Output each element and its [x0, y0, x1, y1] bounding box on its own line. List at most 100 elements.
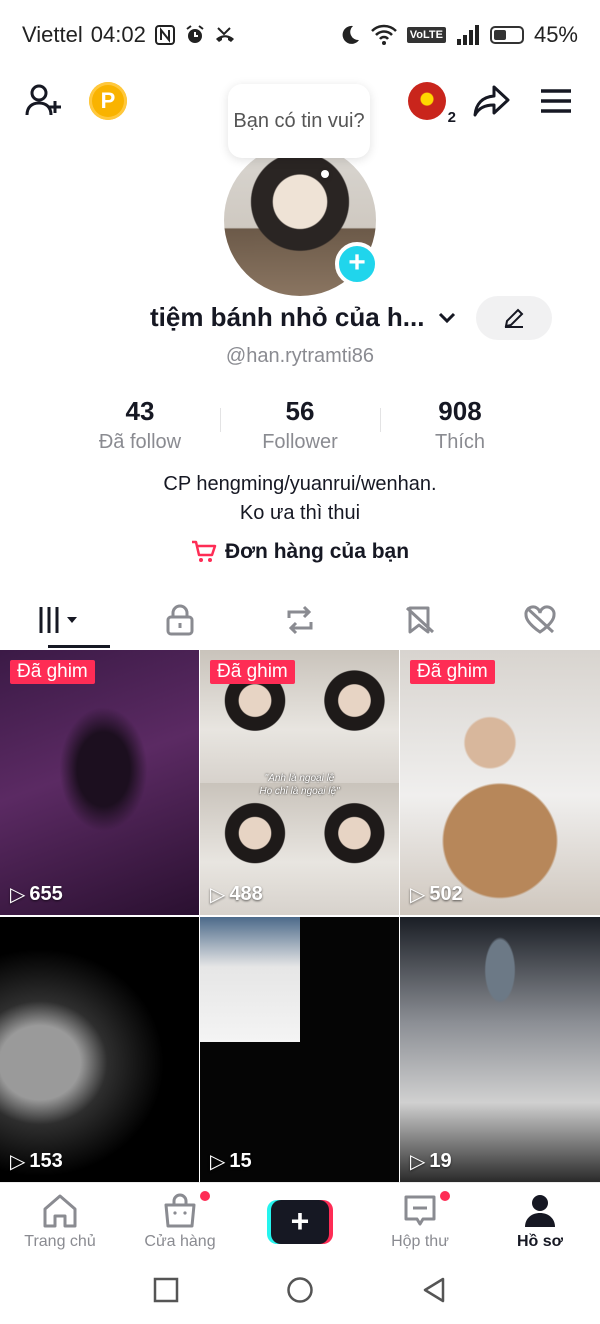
- nfc-icon: [154, 24, 176, 46]
- notification-count: 2: [447, 109, 456, 126]
- caption-line: Họ chỉ là ngoại lệ": [259, 786, 340, 797]
- nav-profile[interactable]: Hồ sơ: [480, 1183, 600, 1261]
- profile-bio: CP hengming/yuanrui/wenhan. Ko ưa thì th…: [0, 470, 600, 528]
- following-count: 43: [125, 396, 155, 426]
- add-story-button[interactable]: +: [335, 242, 379, 286]
- back-button[interactable]: [421, 1276, 447, 1309]
- view-count: ▷ 153: [10, 1149, 63, 1174]
- view-count-value: 153: [29, 1150, 63, 1172]
- video-grid-icon: [39, 607, 77, 633]
- recents-button[interactable]: [153, 1277, 179, 1308]
- play-icon: ▷: [210, 1151, 226, 1173]
- video-thumbnail[interactable]: "Anh là ngoại lệ Họ chỉ là ngoại lệ" Đã …: [200, 650, 399, 915]
- stat-followers[interactable]: 56 Follower: [220, 396, 380, 456]
- chevron-down-icon[interactable]: [436, 306, 458, 333]
- tab-videos[interactable]: [0, 592, 120, 648]
- view-count: ▷ 655: [10, 882, 63, 907]
- coins-button[interactable]: P: [89, 82, 127, 120]
- edit-profile-button[interactable]: [476, 296, 552, 340]
- flag-avatar-icon: [408, 82, 446, 120]
- view-count-value: 655: [29, 883, 63, 905]
- video-thumbnail[interactable]: ▷ 19: [400, 917, 600, 1182]
- nav-inbox[interactable]: Hộp thư: [360, 1183, 480, 1261]
- home-icon: [43, 1194, 77, 1228]
- stat-likes[interactable]: 908 Thích: [380, 396, 540, 456]
- triangle-back-icon: [423, 1277, 444, 1302]
- likes-count: 908: [438, 396, 482, 426]
- view-count-value: 502: [429, 883, 463, 905]
- video-thumbnail[interactable]: Đã ghim ▷ 655: [0, 650, 199, 915]
- orders-link[interactable]: Đơn hàng của bạn: [0, 540, 600, 564]
- inbox-icon: [404, 1195, 436, 1226]
- nav-home[interactable]: Trang chủ: [0, 1183, 120, 1261]
- signal-icon: [456, 25, 480, 45]
- create-icon: +: [267, 1200, 333, 1244]
- video-thumbnail[interactable]: ▷ 153: [0, 917, 199, 1182]
- add-user-icon: [25, 84, 61, 116]
- nav-label: Hộp thư: [391, 1233, 449, 1250]
- home-system-button[interactable]: [286, 1276, 314, 1309]
- missed-call-icon: [214, 24, 236, 46]
- view-count-value: 15: [229, 1150, 252, 1172]
- square-icon: [154, 1277, 179, 1302]
- menu-button[interactable]: [536, 81, 576, 121]
- status-prompt-bubble[interactable]: Bạn có tin vui?: [228, 84, 370, 158]
- play-icon: ▷: [10, 884, 26, 906]
- video-grid: Đã ghim ▷ 655 "Anh là ngoại lệ Họ chỉ là …: [0, 650, 600, 1182]
- status-prompt-text: Bạn có tin vui?: [233, 110, 365, 132]
- repost-icon: [287, 605, 313, 635]
- following-label: Đã follow: [98, 431, 182, 453]
- bio-line: Ko ưa thì thui: [239, 502, 361, 524]
- video-caption: "Anh là ngoại lệ Họ chỉ là ngoại lệ": [200, 772, 399, 798]
- tab-private[interactable]: [120, 592, 240, 648]
- profile-views-button[interactable]: 2: [408, 82, 456, 126]
- lock-icon: [166, 604, 194, 636]
- pinned-badge: Đã ghim: [10, 660, 95, 684]
- followers-label: Follower: [262, 431, 338, 453]
- pinned-badge: Đã ghim: [410, 660, 495, 684]
- bubble-dot: [321, 170, 329, 178]
- view-count-value: 19: [429, 1150, 452, 1172]
- thumbnail-inset-image: [200, 917, 300, 1042]
- name-row: tiệm bánh nhỏ của h...: [0, 294, 600, 344]
- share-button[interactable]: [472, 81, 512, 121]
- cart-icon: [191, 540, 217, 562]
- clock: 04:02: [90, 22, 146, 47]
- bottom-nav: Trang chủ Cửa hàng + Hộp thư Hồ sơ: [0, 1182, 600, 1261]
- profile-icon: [525, 1195, 555, 1227]
- battery-percent: 45%: [533, 22, 578, 47]
- do-not-disturb-icon: [339, 24, 361, 46]
- username: @han.rytramti86: [225, 345, 375, 367]
- display-name[interactable]: tiệm bánh nhỏ của h...: [150, 302, 424, 333]
- share-icon: [473, 85, 510, 117]
- tab-reposts[interactable]: [240, 592, 360, 648]
- coin-icon: P: [89, 82, 127, 120]
- profile-tabs: [0, 592, 600, 648]
- pencil-icon: [504, 308, 524, 328]
- play-icon: ▷: [210, 884, 226, 906]
- tab-saved[interactable]: [360, 592, 480, 648]
- nav-create[interactable]: +: [240, 1183, 360, 1261]
- play-icon: ▷: [410, 1151, 426, 1173]
- status-bar: Viettel 04:02 VoLTE 45%: [0, 0, 600, 70]
- carrier-name: Viettel: [22, 22, 83, 47]
- caption-line: "Anh là ngoại lệ: [264, 773, 335, 784]
- orders-label: Đơn hàng của bạn: [224, 540, 410, 563]
- tab-liked[interactable]: [480, 592, 600, 648]
- view-count-value: 488: [229, 883, 263, 905]
- shop-icon: [164, 1193, 196, 1228]
- stat-following[interactable]: 43 Đã follow: [60, 396, 220, 456]
- nav-label: Trang chủ: [24, 1233, 96, 1250]
- play-icon: ▷: [410, 884, 426, 906]
- system-nav-bar: [0, 1260, 600, 1324]
- video-thumbnail[interactable]: ▷ 15: [200, 917, 399, 1182]
- nav-shop[interactable]: Cửa hàng: [120, 1183, 240, 1261]
- view-count: ▷ 15: [210, 1149, 252, 1174]
- notification-dot: [200, 1191, 210, 1201]
- add-friend-button[interactable]: [24, 81, 64, 121]
- alarm-icon: [184, 24, 206, 46]
- heart-hidden-icon: [524, 605, 556, 634]
- video-thumbnail[interactable]: Đã ghim ▷ 502: [400, 650, 600, 915]
- view-count: ▷ 19: [410, 1149, 452, 1174]
- view-count: ▷ 488: [210, 882, 263, 907]
